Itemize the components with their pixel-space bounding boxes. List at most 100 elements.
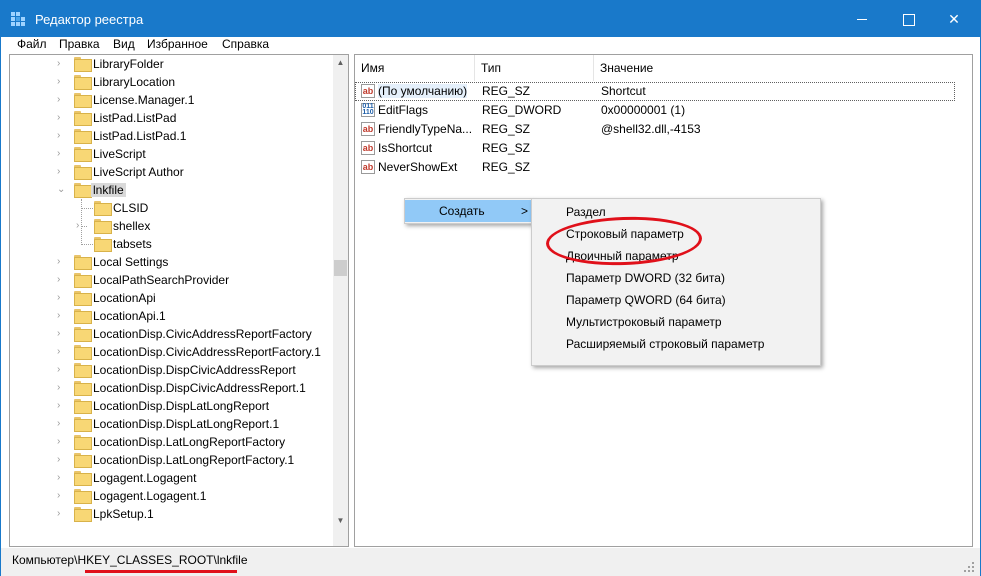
menu-favorites[interactable]: Избранное <box>147 37 208 51</box>
chevron-right-icon[interactable]: › <box>57 382 67 394</box>
chevron-right-icon[interactable]: › <box>57 436 67 448</box>
tree-item-label: LocalPathSearchProvider <box>93 273 230 287</box>
window-title: Редактор реестра <box>35 12 144 27</box>
close-icon: ✕ <box>948 11 960 27</box>
menu-edit[interactable]: Правка <box>59 37 100 51</box>
tree-item[interactable]: › LocationDisp.CivicAddressReportFactory.… <box>10 343 334 361</box>
registry-editor-window: Редактор реестра ✕ Файл Правка Вид Избра… <box>0 0 981 576</box>
menu-help[interactable]: Справка <box>222 37 269 51</box>
menu-file[interactable]: Файл <box>17 37 47 51</box>
registry-tree[interactable]: › LibraryFolder › LibraryLocation › License.M… <box>9 54 349 547</box>
scrollbar-thumb[interactable] <box>334 260 347 276</box>
chevron-right-icon[interactable]: › <box>57 508 67 520</box>
chevron-right-icon[interactable]: › <box>57 166 67 178</box>
menu-view[interactable]: Вид <box>113 37 135 51</box>
chevron-right-icon[interactable]: › <box>57 346 67 358</box>
value-row[interactable]: ab (По умолчанию) REG_SZ Shortcut <box>355 82 955 101</box>
tree-item[interactable]: › License.Manager.1 <box>10 91 334 109</box>
chevron-down-icon[interactable]: ⌄ <box>57 184 67 196</box>
tree-item[interactable]: › LocationApi <box>10 289 334 307</box>
chevron-right-icon[interactable]: › <box>57 472 67 484</box>
chevron-right-icon[interactable]: › <box>57 328 67 340</box>
chevron-right-icon[interactable]: › <box>57 418 67 430</box>
tree-item[interactable]: › LocationDisp.CivicAddressReportFactory <box>10 325 334 343</box>
tree-item[interactable]: › LocalPathSearchProvider <box>10 271 334 289</box>
chevron-right-icon[interactable]: › <box>57 454 67 466</box>
tree-item[interactable]: › LocationApi.1 <box>10 307 334 325</box>
tree-item[interactable]: › LocationDisp.DispLatLongReport.1 <box>10 415 334 433</box>
chevron-right-icon[interactable]: › <box>57 490 67 502</box>
chevron-right-icon[interactable]: › <box>57 148 67 160</box>
value-data: 0x00000001 (1) <box>601 103 686 117</box>
tree-item[interactable]: › Logagent.Logagent <box>10 469 334 487</box>
tree-item[interactable]: CLSID <box>10 199 334 217</box>
tree-item[interactable]: › ListPad.ListPad <box>10 109 334 127</box>
folder-icon <box>74 291 92 306</box>
tree-item-label: CLSID <box>113 201 149 215</box>
tree-item-label: tabsets <box>113 237 152 251</box>
chevron-right-icon[interactable]: › <box>57 400 67 412</box>
column-header-value[interactable]: Значение <box>594 55 972 81</box>
string-value-icon: ab <box>361 122 375 136</box>
chevron-right-icon[interactable]: › <box>57 130 67 142</box>
tree-item[interactable]: › Logagent.Logagent.1 <box>10 487 334 505</box>
tree-item[interactable]: › LocationDisp.LatLongReportFactory.1 <box>10 451 334 469</box>
tree-item[interactable]: › LocationDisp.LatLongReportFactory <box>10 433 334 451</box>
tree-item-label: shellex <box>113 219 151 233</box>
tree-item-label: LiveScript Author <box>93 165 184 179</box>
tree-item-label: LibraryFolder <box>93 57 164 71</box>
value-row[interactable]: ab FriendlyTypeNa... REG_SZ @shell32.dll,-4… <box>355 120 955 139</box>
value-name: (По умолчанию) <box>378 84 468 98</box>
close-button[interactable]: ✕ <box>931 1 977 37</box>
tree-item[interactable]: › shellex <box>10 217 334 235</box>
context-menu-create[interactable]: Создать > <box>405 200 531 222</box>
scroll-up-icon[interactable]: ▲ <box>333 55 348 70</box>
chevron-right-icon[interactable]: › <box>57 364 67 376</box>
minimize-button[interactable] <box>839 1 885 37</box>
maximize-button[interactable] <box>885 1 931 37</box>
chevron-right-icon[interactable]: › <box>57 112 67 124</box>
chevron-right-icon[interactable]: › <box>57 58 67 70</box>
folder-icon <box>74 75 92 90</box>
chevron-right-icon[interactable]: › <box>57 76 67 88</box>
value-row[interactable]: ab IsShortcut REG_SZ <box>355 139 955 158</box>
submenu-item[interactable]: Мультистроковый параметр <box>532 311 820 333</box>
submenu-item[interactable]: Параметр QWORD (64 бита) <box>532 289 820 311</box>
value-data: Shortcut <box>601 84 646 98</box>
tree-item[interactable]: › LibraryFolder <box>10 55 334 73</box>
tree-item[interactable]: › ListPad.ListPad.1 <box>10 127 334 145</box>
folder-icon <box>94 237 112 252</box>
tree-item[interactable]: › LpkSetup.1 <box>10 505 334 523</box>
tree-item[interactable]: › LocationDisp.DispCivicAddressReport <box>10 361 334 379</box>
value-row[interactable]: 011 110 EditFlags REG_DWORD 0x00000001 (1) <box>355 101 955 120</box>
tree-item-label: LocationApi <box>93 291 156 305</box>
title-bar[interactable]: Редактор реестра ✕ <box>1 1 980 37</box>
chevron-right-icon[interactable]: › <box>57 292 67 304</box>
value-name: FriendlyTypeNa... <box>378 122 473 136</box>
resize-grip-icon[interactable] <box>964 562 974 572</box>
scroll-down-icon[interactable]: ▼ <box>333 513 348 528</box>
submenu-item-label: Мультистроковый параметр <box>566 315 722 329</box>
chevron-right-icon[interactable]: › <box>57 310 67 322</box>
tree-item[interactable]: › LocationDisp.DispCivicAddressReport.1 <box>10 379 334 397</box>
column-header-type[interactable]: Тип <box>475 55 594 81</box>
tree-item[interactable]: › LiveScript Author <box>10 163 334 181</box>
tree-item[interactable]: › LiveScript <box>10 145 334 163</box>
tree-scrollbar[interactable]: ▲ ▼ <box>333 55 348 546</box>
create-label: Создать <box>439 204 485 218</box>
submenu-item[interactable]: Раздел <box>532 201 820 223</box>
chevron-right-icon[interactable]: › <box>57 274 67 286</box>
tree-item[interactable]: › LocationDisp.DispLatLongReport <box>10 397 334 415</box>
submenu-item[interactable]: Параметр DWORD (32 бита) <box>532 267 820 289</box>
submenu-item[interactable]: Расширяемый строковый параметр <box>532 333 820 355</box>
tree-item[interactable]: › Local Settings <box>10 253 334 271</box>
chevron-right-icon[interactable]: › <box>57 256 67 268</box>
column-header-name[interactable]: Имя <box>355 55 475 81</box>
value-row[interactable]: ab NeverShowExt REG_SZ <box>355 158 955 177</box>
chevron-right-icon[interactable]: › <box>76 220 86 232</box>
context-menu: Создать > <box>404 198 532 224</box>
tree-item[interactable]: ⌄ lnkfile <box>10 181 334 199</box>
tree-item[interactable]: › LibraryLocation <box>10 73 334 91</box>
chevron-right-icon[interactable]: › <box>57 94 67 106</box>
tree-item[interactable]: tabsets <box>10 235 334 253</box>
